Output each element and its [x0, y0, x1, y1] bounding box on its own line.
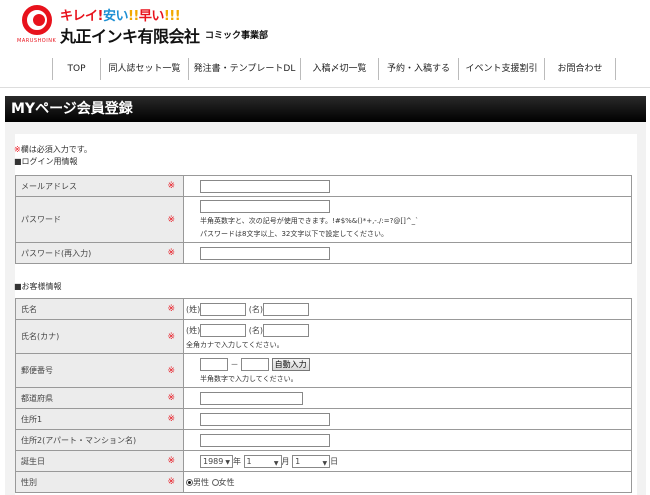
page-title: MYページ会員登録 [5, 96, 646, 122]
main-nav: TOP 同人誌セット一覧 発注書・テンプレートDL 入稿〆切一覧 予約・入稿する… [52, 58, 616, 80]
logo-text: MARUSHOINK [17, 38, 57, 44]
label-pref: 都道府県 ※ [15, 387, 184, 409]
password-help-2: パスワードは8文字以上、32文字以下で設定してください。 [200, 230, 388, 238]
company-name[interactable]: 丸正インキ有限会社 [60, 23, 200, 47]
division-name: コミック事業部 [205, 31, 269, 41]
first-name-input[interactable] [263, 302, 310, 316]
chevron-down-icon: ▼ [273, 459, 279, 467]
label-gender: 性別 ※ [15, 471, 184, 493]
chevron-down-icon: ▼ [322, 459, 328, 467]
gender-female-radio[interactable] [211, 478, 219, 486]
label-zip: 郵便番号 ※ [15, 353, 184, 388]
kana-help: 全角カナで入力してください。 [186, 340, 284, 349]
nav-submit[interactable]: 予約・入稿する [378, 58, 458, 80]
section-customer: ■お客様情報 [14, 282, 62, 291]
zip2-input[interactable] [241, 357, 270, 371]
password-help-1: 半角英数字と、次の記号が使用できます。!#$%&()*+,-./:=?@[]^_… [200, 217, 419, 225]
login-table: メールアドレス ※ パスワード ※ 半角英数字と、次の記号が使用できます。!#$%&… [15, 175, 632, 264]
birth-day-select[interactable]: 1 ▼ [292, 454, 331, 468]
customer-table: 氏名 ※ (姓) (名) 氏名(カナ) ※ (姓) (名) 全角カナで入力してくださ… [15, 298, 632, 493]
zip-autofill-button[interactable]: 自動入力 [271, 357, 310, 371]
nav-templates[interactable]: 発注書・テンプレートDL [188, 58, 300, 80]
address2-input[interactable] [200, 433, 330, 447]
label-birthday: 誕生日 ※ [15, 450, 184, 472]
nav-event-discount[interactable]: イベント支援割引 [458, 58, 544, 80]
label-addr2: 住所2(アパート・マンション名) [15, 429, 184, 451]
site-header: MARUSHOINK キレイ!安い!!早い!!! 丸正インキ有限会社 コミック事… [0, 0, 650, 55]
birth-year-select[interactable]: 1989 ▼ [200, 454, 233, 468]
label-email: メールアドレス ※ [15, 175, 184, 197]
prefecture-input[interactable] [200, 391, 303, 405]
password-confirm-input[interactable] [200, 246, 330, 260]
marusho-logo-icon[interactable] [22, 5, 52, 35]
first-name-kana-input[interactable] [263, 323, 310, 337]
label-addr1: 住所1 ※ [15, 408, 184, 430]
label-name: 氏名 ※ [15, 298, 184, 320]
label-kana: 氏名(カナ) ※ [15, 319, 184, 354]
last-name-input[interactable] [200, 302, 247, 316]
nav-contact[interactable]: お問合わせ [544, 58, 616, 80]
chevron-down-icon: ▼ [225, 458, 230, 466]
required-note: ※欄は必須入力です。 [14, 145, 92, 154]
zip-help: 半角数字で入力してください。 [200, 374, 298, 383]
gender-male-radio[interactable] [186, 478, 193, 486]
last-name-kana-input[interactable] [200, 323, 247, 337]
birth-month-select[interactable]: 1 ▼ [243, 454, 282, 468]
nav-divider [0, 87, 650, 88]
email-input[interactable] [200, 179, 330, 193]
address1-input[interactable] [200, 412, 330, 426]
tagline: キレイ!安い!!早い!!! [60, 9, 181, 24]
zip1-input[interactable] [200, 357, 228, 371]
section-login: ■ログイン用情報 [14, 157, 78, 166]
nav-deadlines[interactable]: 入稿〆切一覧 [300, 58, 378, 80]
password-input[interactable] [200, 200, 330, 213]
nav-top[interactable]: TOP [52, 58, 100, 80]
label-password: パスワード ※ [15, 196, 184, 243]
label-password-confirm: パスワード(再入力) ※ [15, 242, 184, 264]
nav-doujin-set[interactable]: 同人誌セット一覧 [100, 58, 188, 80]
